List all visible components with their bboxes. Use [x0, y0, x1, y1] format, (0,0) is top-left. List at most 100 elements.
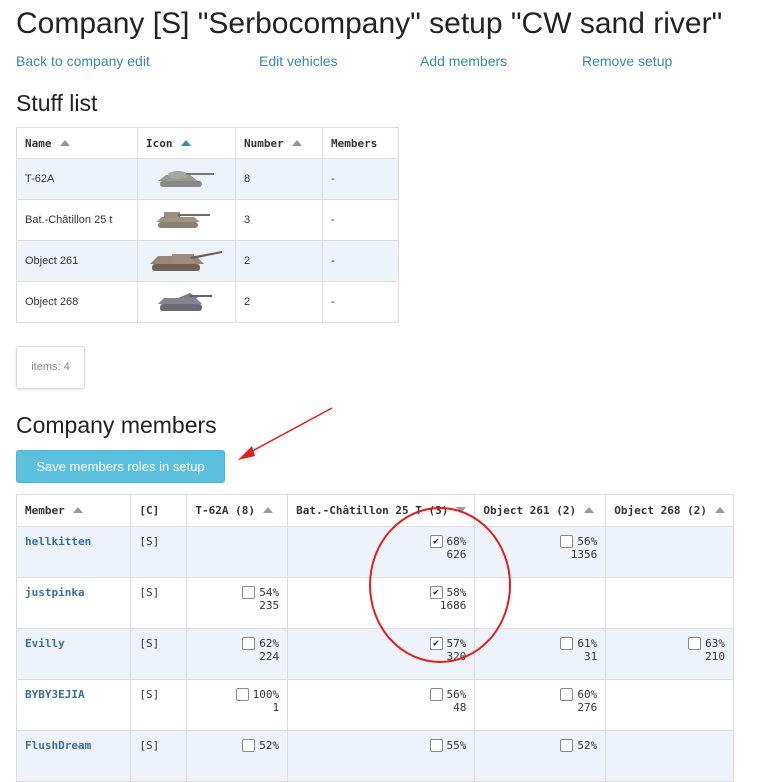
- assign-checkbox[interactable]: [560, 739, 574, 752]
- stuff-list-heading: Stuff list: [16, 90, 98, 116]
- col-members-header: Members: [322, 127, 399, 159]
- battles-count: 320: [446, 650, 467, 663]
- battles-count: 31: [584, 650, 598, 663]
- member-name[interactable]: Evilly: [15, 628, 132, 680]
- win-rate: 63%: [705, 637, 725, 650]
- col-member-header[interactable]: Member: [15, 494, 132, 527]
- battles-count: 1: [272, 701, 280, 714]
- member-name[interactable]: BYBY3EJIA: [15, 679, 132, 731]
- vehicle-cell: ✔ 58% 1686: [287, 577, 476, 629]
- member-name[interactable]: hellkitten: [15, 526, 132, 578]
- vehicle-number: 2: [235, 281, 323, 323]
- member-role: [S]: [130, 730, 188, 782]
- vehicle-name: Object 268: [16, 281, 138, 323]
- vehicle-cell: [605, 577, 734, 629]
- col-object268-header[interactable]: Object 268 (2): [605, 494, 734, 527]
- back-to-company-link[interactable]: Back to company edit: [16, 53, 150, 69]
- win-rate: 60%: [577, 688, 598, 701]
- vehicle-cell: 52%: [186, 730, 289, 782]
- vehicle-cell: ✔ 57% 320: [287, 628, 476, 680]
- vehicle-number: 8: [235, 158, 323, 200]
- vehicle-cell: [605, 730, 734, 782]
- vehicle-members: -: [322, 199, 399, 241]
- win-rate: 61%: [577, 637, 598, 650]
- assign-checkbox[interactable]: [560, 688, 574, 701]
- assign-checkbox[interactable]: [242, 637, 256, 650]
- vehicle-cell: 61% 31: [474, 628, 607, 680]
- vehicle-number: 2: [235, 240, 323, 282]
- vehicle-number: 3: [235, 199, 323, 241]
- sort-icon: [72, 507, 83, 513]
- assign-checkbox[interactable]: [688, 637, 702, 650]
- vehicle-members: -: [322, 240, 399, 282]
- table-row: Object 261 2 -: [16, 240, 399, 282]
- table-row: T-62A 8 -: [16, 158, 399, 200]
- member-role: [S]: [130, 526, 188, 578]
- table-row: Evilly [S] 62% 224 ✔ 57% 320 61% 31 63% 210: [15, 628, 734, 680]
- battles-count: 235: [259, 599, 280, 612]
- col-batchat-header[interactable]: Bat.-Châtillon 25 T (3): [287, 494, 476, 527]
- table-row: BYBY3EJIA [S] 100% 1 56% 48 60% 276: [15, 679, 734, 731]
- table-row: Object 268 2 -: [16, 281, 399, 323]
- battles-count: 1356: [570, 548, 598, 561]
- remove-setup-link[interactable]: Remove setup: [582, 53, 672, 69]
- win-rate: 100%: [252, 688, 280, 701]
- stuff-table: Name Icon Number Members T-62A 8 - Bat.-…: [16, 127, 399, 323]
- vehicle-cell: 60% 276: [474, 679, 607, 731]
- assign-checkbox[interactable]: ✔: [429, 637, 443, 650]
- assign-checkbox[interactable]: [560, 535, 574, 548]
- battles-count: 1686: [439, 599, 467, 612]
- vehicle-cell: 63% 210: [605, 628, 734, 680]
- win-rate: 56%: [446, 688, 467, 701]
- assign-checkbox[interactable]: ✔: [429, 586, 443, 599]
- sort-icon: [180, 139, 191, 146]
- vehicle-cell: 54% 235: [186, 577, 289, 629]
- assign-checkbox[interactable]: [235, 688, 249, 701]
- tank-object268-icon: [158, 293, 212, 311]
- save-roles-button[interactable]: Save members roles in setup: [16, 450, 225, 483]
- assign-checkbox[interactable]: ✔: [429, 535, 443, 548]
- win-rate: 55%: [446, 739, 467, 752]
- vehicle-cell: 56% 1356: [474, 526, 607, 578]
- col-icon-header[interactable]: Icon: [137, 127, 236, 159]
- vehicle-cell: [605, 679, 734, 731]
- col-name-header[interactable]: Name: [16, 127, 138, 159]
- table-row: FlushDream [S] 52% 55% 52%: [15, 730, 734, 782]
- table-row: Bat.-Châtillon 25 t 3 -: [16, 199, 399, 241]
- col-number-header[interactable]: Number: [235, 127, 323, 159]
- win-rate: 52%: [577, 739, 598, 752]
- col-role-header: [C]: [130, 494, 188, 527]
- tank-t62a-icon: [158, 171, 214, 187]
- sort-icon: [263, 507, 274, 513]
- col-t62a-header[interactable]: T-62A (8): [186, 494, 289, 527]
- member-name[interactable]: FlushDream: [15, 730, 132, 782]
- win-rate: 52%: [259, 739, 280, 752]
- items-count: items: 4: [16, 346, 85, 389]
- win-rate: 62%: [259, 637, 280, 650]
- sort-icon: [584, 507, 595, 513]
- assign-checkbox[interactable]: [429, 739, 443, 752]
- vehicle-members: -: [322, 158, 399, 200]
- col-object261-header[interactable]: Object 261 (2): [474, 494, 607, 527]
- assign-checkbox[interactable]: [242, 586, 256, 599]
- add-members-link[interactable]: Add members: [420, 53, 507, 69]
- sort-icon: [291, 139, 302, 146]
- page-title: Company [S] "Serbocompany" setup "CW san…: [16, 7, 723, 40]
- tank-batchat-icon: [156, 212, 210, 228]
- vehicle-cell: ✔ 68% 626: [287, 526, 476, 578]
- win-rate: 68%: [446, 535, 467, 548]
- sort-icon: [715, 507, 725, 513]
- edit-vehicles-link[interactable]: Edit vehicles: [259, 53, 338, 69]
- arrow-head-icon: [238, 446, 255, 460]
- battles-count: 626: [446, 548, 467, 561]
- assign-checkbox[interactable]: [429, 688, 443, 701]
- member-role: [S]: [130, 628, 188, 680]
- assign-checkbox[interactable]: [560, 637, 574, 650]
- battles-count: 210: [705, 650, 725, 663]
- assign-checkbox[interactable]: [242, 739, 256, 752]
- vehicle-name: T-62A: [16, 158, 138, 200]
- member-role: [S]: [130, 577, 188, 629]
- member-name[interactable]: justpinka: [15, 577, 132, 629]
- sort-icon: [59, 139, 70, 146]
- battles-count: 276: [577, 701, 598, 714]
